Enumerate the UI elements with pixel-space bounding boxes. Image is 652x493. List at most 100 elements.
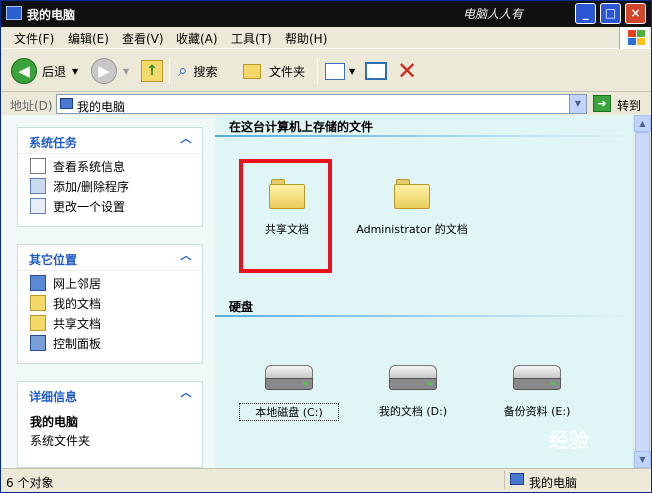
- move-to-icon: [365, 62, 387, 80]
- go-arrow-icon[interactable]: ➜: [593, 95, 611, 112]
- details-panel: 详细信息 ︿ 我的电脑 系统文件夹: [17, 381, 203, 468]
- task-change-setting[interactable]: 更改一个设置: [18, 196, 202, 216]
- section-divider: [215, 315, 633, 317]
- scroll-down-icon[interactable]: ▼: [634, 451, 651, 468]
- menu-favorites[interactable]: 收藏(A): [176, 30, 218, 47]
- my-documents-icon: [30, 295, 46, 311]
- add-remove-icon: [30, 178, 46, 194]
- scroll-thumb[interactable]: [635, 132, 650, 452]
- menu-bar: 文件(F) 编辑(E) 查看(V) 收藏(A) 工具(T) 帮助(H): [1, 27, 651, 49]
- control-panel-icon: [30, 335, 46, 351]
- windows-logo-icon: [619, 27, 649, 49]
- go-button[interactable]: 转到: [617, 97, 641, 114]
- menu-file[interactable]: 文件(F): [14, 30, 54, 47]
- place-my-documents[interactable]: 我的文档: [18, 293, 202, 313]
- delete-button[interactable]: ✕: [397, 56, 417, 86]
- address-field[interactable]: 我的电脑 ▼: [56, 94, 587, 114]
- details-title: 详细信息: [29, 390, 78, 404]
- forward-button[interactable]: ▶ ▼: [91, 56, 129, 86]
- settings-icon: [30, 198, 46, 214]
- folders-button[interactable]: 文件夹: [243, 56, 305, 86]
- toolbar-separator: [169, 58, 170, 84]
- explorer-window: 我的电脑 电脑人人有 _ □ × 文件(F) 编辑(E) 查看(V) 收藏(A)…: [0, 0, 652, 493]
- minimize-button[interactable]: _: [575, 3, 596, 24]
- up-folder-icon: ↑: [141, 60, 163, 82]
- move-to-button[interactable]: [365, 56, 387, 86]
- address-value: 我的电脑: [77, 100, 126, 114]
- other-places-header[interactable]: 其它位置 ︿: [18, 245, 202, 270]
- address-dropdown-icon[interactable]: ▼: [569, 95, 586, 113]
- details-header[interactable]: 详细信息 ︿: [18, 382, 202, 407]
- other-places-panel: 其它位置 ︿ 网上邻居 我的文档 共享文档 控制面板: [17, 244, 203, 364]
- task-label: 添加/删除程序: [53, 179, 130, 194]
- maximize-button[interactable]: □: [600, 3, 621, 24]
- search-icon: ⌕: [178, 61, 188, 81]
- forward-dropdown-icon[interactable]: ▼: [123, 67, 129, 76]
- search-button[interactable]: ⌕ 搜索: [178, 56, 218, 86]
- drive-d[interactable]: 我的文档 (D:): [363, 365, 463, 419]
- section-stored-files-title: 在这台计算机上存储的文件: [229, 120, 374, 134]
- system-tasks-panel: 系统任务 ︿ 查看系统信息 添加/删除程序 更改一个设置: [17, 127, 203, 227]
- up-folder-button[interactable]: ↑: [141, 56, 163, 86]
- close-button[interactable]: ×: [625, 3, 646, 24]
- folders-icon: [243, 63, 261, 79]
- task-label: 更改一个设置: [53, 199, 126, 214]
- folder-label: Administrator 的文档: [356, 223, 468, 236]
- drive-e[interactable]: 备份资料 (E:): [487, 365, 587, 419]
- drive-label: 备份资料 (E:): [503, 405, 571, 418]
- address-label: 地址(D): [10, 99, 53, 113]
- drive-c[interactable]: 本地磁盘 (C:): [239, 365, 339, 421]
- details-item-name: 我的电脑: [30, 415, 79, 429]
- address-bar: 地址(D) 我的电脑 ▼ ➜ 转到: [1, 93, 651, 115]
- menu-tools[interactable]: 工具(T): [231, 30, 272, 47]
- place-label: 网上邻居: [53, 276, 102, 291]
- back-arrow-icon: ◀: [11, 58, 37, 84]
- window-title: 我的电脑: [27, 8, 76, 22]
- place-label: 共享文档: [53, 316, 102, 331]
- menu-edit[interactable]: 编辑(E): [68, 30, 109, 47]
- place-label: 我的文档: [53, 296, 102, 311]
- watermark-text: 经验: [549, 428, 589, 452]
- place-network[interactable]: 网上邻居: [18, 273, 202, 293]
- collapse-chevron-icon[interactable]: ︿: [179, 386, 193, 400]
- system-info-icon: [30, 158, 46, 174]
- scroll-up-icon[interactable]: ▲: [634, 115, 651, 132]
- toolbar-separator: [317, 58, 318, 84]
- folder-administrator-documents[interactable]: Administrator 的文档: [347, 179, 477, 237]
- drive-label: 我的文档 (D:): [378, 405, 448, 418]
- folder-icon: [30, 315, 46, 331]
- task-label: 查看系统信息: [53, 159, 126, 174]
- folders-label: 文件夹: [269, 64, 306, 79]
- other-places-title: 其它位置: [29, 253, 78, 267]
- network-icon: [30, 275, 46, 291]
- place-label: 控制面板: [53, 336, 102, 351]
- views-dropdown-icon: ▼: [349, 66, 356, 76]
- my-computer-icon: [60, 98, 73, 109]
- status-divider: [504, 471, 505, 489]
- title-brand-text: 电脑人人有: [463, 7, 524, 21]
- status-location: 我的电脑: [529, 476, 578, 490]
- menu-view[interactable]: 查看(V): [122, 30, 164, 47]
- place-shared-documents[interactable]: 共享文档: [18, 313, 202, 333]
- collapse-chevron-icon[interactable]: ︿: [179, 249, 193, 263]
- vertical-scrollbar[interactable]: ▲ ▼: [633, 115, 651, 468]
- collapse-chevron-icon[interactable]: ︿: [179, 132, 193, 146]
- status-bar: 6 个对象 我的电脑: [1, 468, 651, 492]
- system-tasks-header[interactable]: 系统任务 ︿: [18, 128, 202, 153]
- back-button[interactable]: ◀ 后退 ▼: [11, 56, 78, 86]
- section-divider: [215, 135, 633, 137]
- title-bar[interactable]: 我的电脑 电脑人人有 _ □ ×: [1, 1, 651, 27]
- section-hard-drives-title: 硬盘: [229, 300, 254, 314]
- menu-help[interactable]: 帮助(H): [285, 30, 327, 47]
- task-view-system-info[interactable]: 查看系统信息: [18, 156, 202, 176]
- place-control-panel[interactable]: 控制面板: [18, 333, 202, 353]
- details-item-type: 系统文件夹: [30, 434, 91, 448]
- status-object-count: 6 个对象: [6, 476, 54, 490]
- back-dropdown-icon[interactable]: ▼: [72, 67, 78, 76]
- views-icon: [325, 62, 345, 80]
- task-add-remove-programs[interactable]: 添加/删除程序: [18, 176, 202, 196]
- views-button[interactable]: ▼: [325, 56, 355, 86]
- back-label: 后退: [42, 64, 67, 79]
- hard-drive-icon: [389, 365, 437, 391]
- my-computer-icon: [510, 473, 524, 485]
